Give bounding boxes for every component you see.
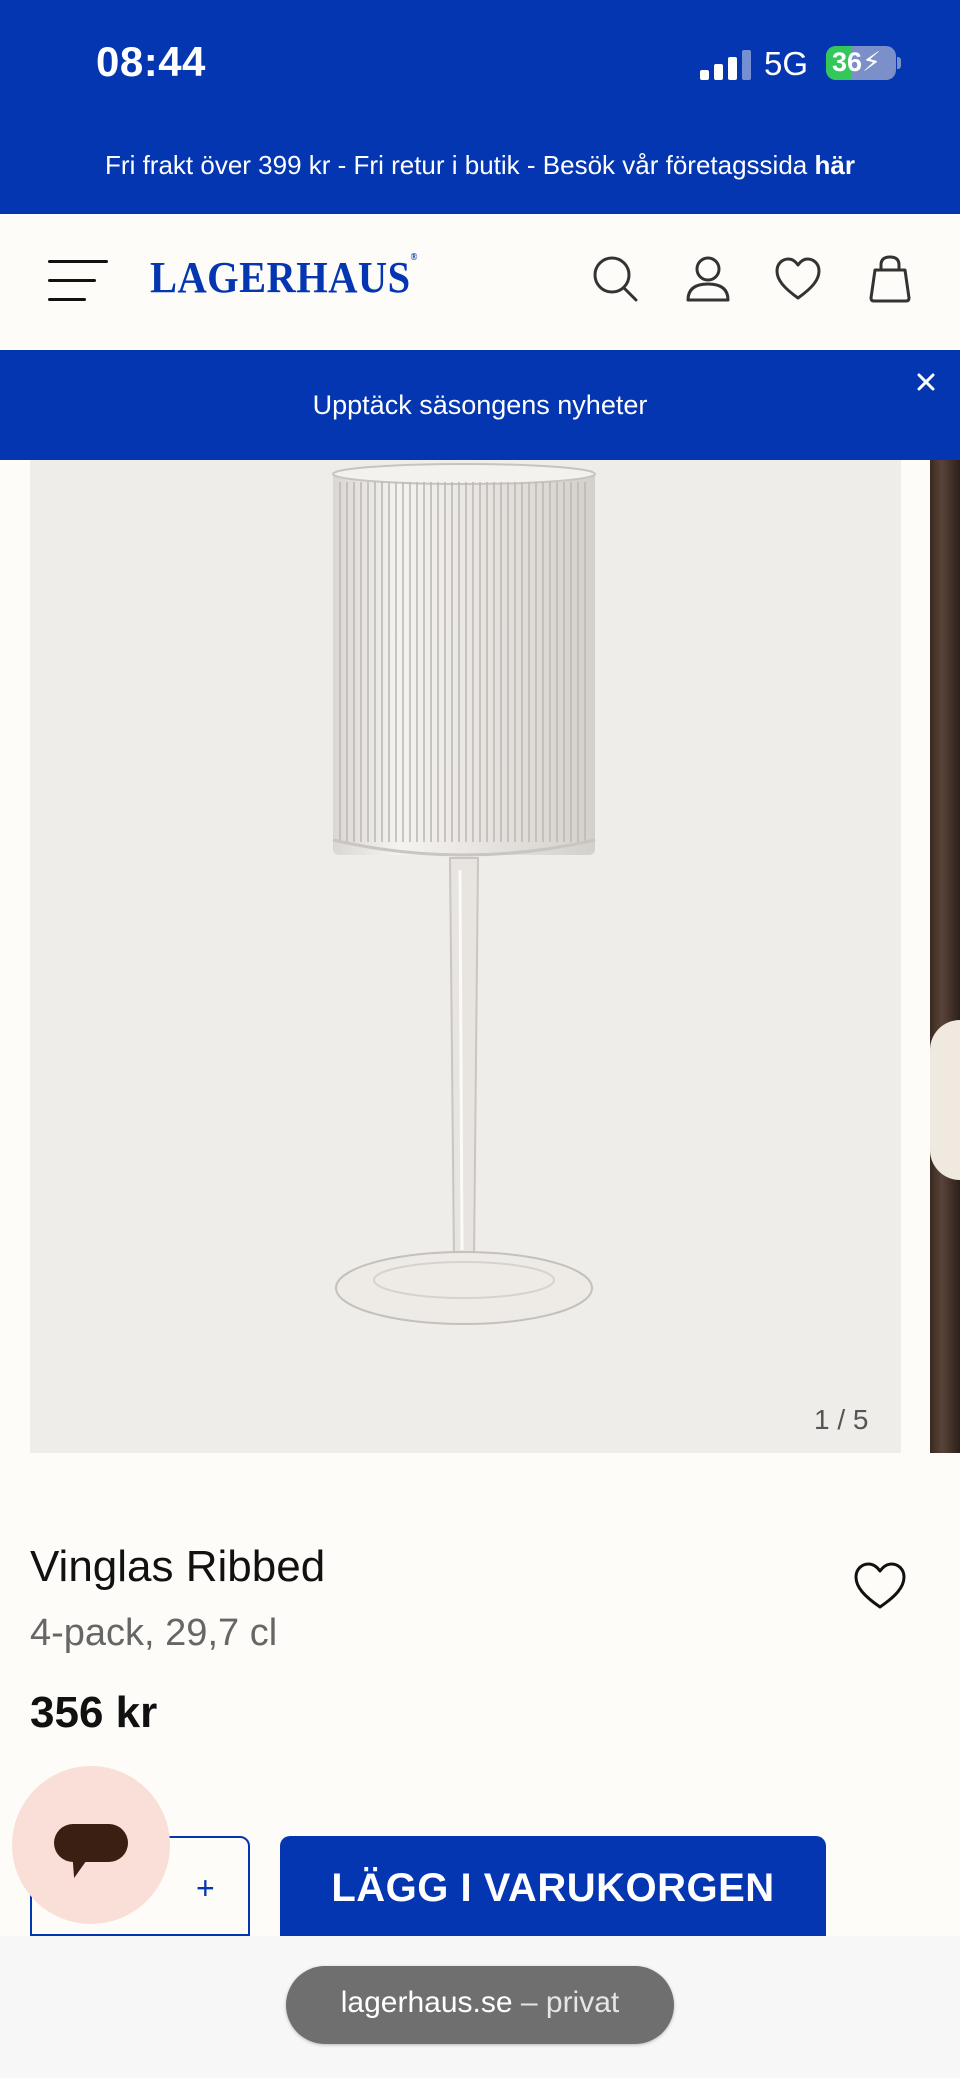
battery-icon: 36⚡︎ (826, 46, 896, 80)
season-banner-text[interactable]: Upptäck säsongens nyheter (0, 390, 960, 421)
cellular-signal-icon (700, 50, 752, 80)
top-brand-bar (0, 0, 960, 214)
product-subtitle: 4-pack, 29,7 cl (30, 1612, 278, 1654)
battery-level: 36⚡︎ (832, 47, 882, 77)
promo-banner: Fri frakt över 399 kr - Fri retur i buti… (0, 150, 960, 181)
status-time: 08:44 (96, 38, 206, 85)
search-icon[interactable] (592, 254, 640, 304)
network-type: 5G (764, 45, 809, 82)
battery-cap (897, 57, 901, 69)
promo-text: Fri frakt över 399 kr - Fri retur i buti… (105, 150, 815, 180)
quantity-plus-button[interactable]: + (196, 1870, 215, 1907)
menu-icon[interactable] (48, 258, 110, 304)
promo-link[interactable]: här (814, 150, 854, 180)
chat-icon[interactable] (54, 1824, 128, 1862)
browser-domain: lagerhaus.se (340, 1986, 513, 2019)
browser-private-mode: – privat (512, 1986, 620, 2019)
add-to-cart-button[interactable]: LÄGG I VARUKORGEN (280, 1836, 826, 1936)
account-icon[interactable] (684, 254, 732, 304)
image-counter: 1 / 5 (814, 1404, 869, 1435)
next-product-image-peek[interactable] (930, 460, 960, 1453)
bag-icon[interactable] (866, 254, 914, 304)
favorite-heart-icon[interactable] (852, 1560, 908, 1612)
wine-glass-image (300, 460, 630, 1360)
product-title: Vinglas Ribbed (30, 1542, 326, 1591)
product-price: 356 kr (30, 1688, 158, 1737)
site-logo[interactable]: LAGERHAUS® (150, 252, 418, 303)
heart-icon[interactable] (774, 254, 822, 304)
browser-address-bar[interactable]: lagerhaus.se – privat (286, 1966, 674, 2044)
close-icon[interactable] (912, 368, 940, 396)
